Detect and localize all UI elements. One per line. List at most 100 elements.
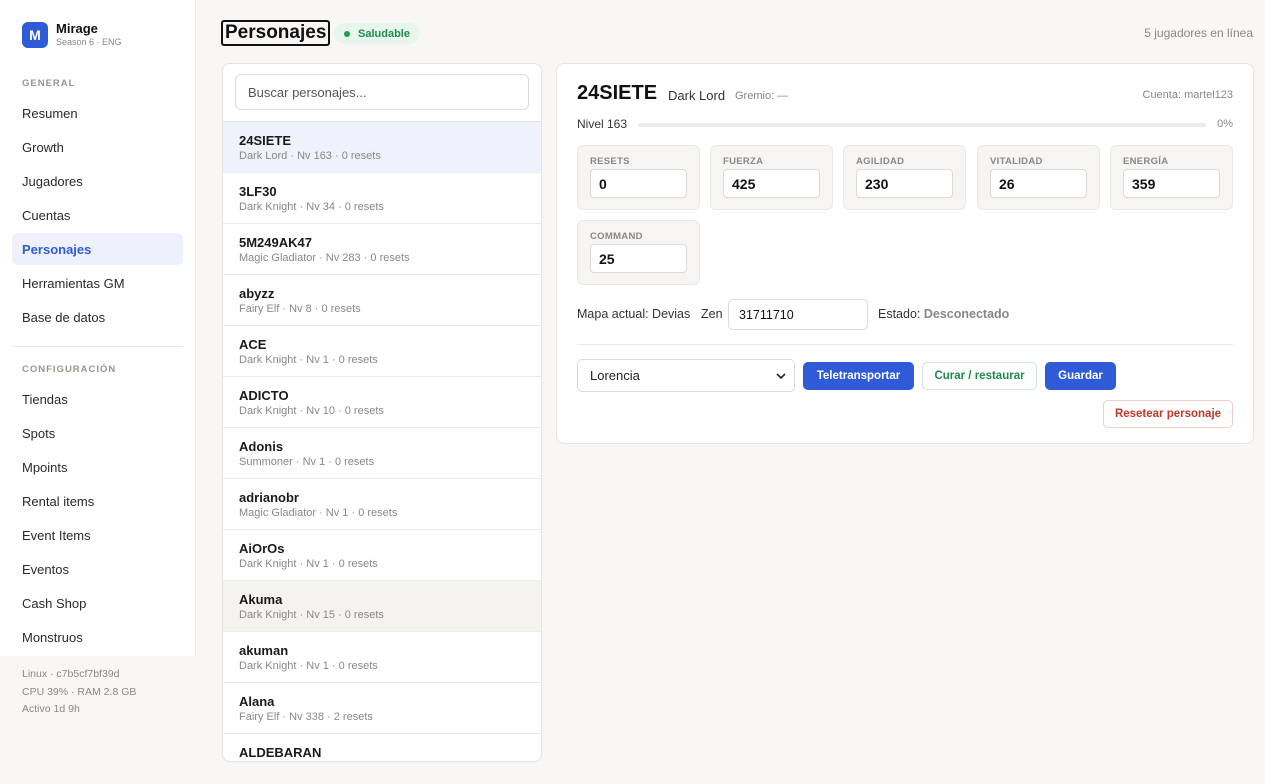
sidebar-item-cuentas[interactable]: Cuentas [12, 199, 183, 231]
character-list-name: 3LF30 [239, 184, 277, 199]
sidebar-item-spots[interactable]: Spots [12, 417, 183, 449]
character-list-name: adrianobr [239, 490, 299, 505]
sidebar-item-growth[interactable]: Growth [12, 131, 183, 163]
stat-label: AGILIDAD [856, 156, 905, 167]
character-list-meta: Dark Knight · Nv 1 · 0 resets [239, 660, 378, 672]
sidebar-item-resumen[interactable]: Resumen [12, 97, 183, 129]
list-item[interactable]: 24SIETE Dark Lord · Nv 163 · 0 resets [223, 121, 541, 172]
character-list-meta: Dark Lord · Nv 163 · 0 resets [239, 150, 381, 162]
section-label-general: GENERAL [22, 78, 76, 89]
list-item[interactable]: 5M249AK47 Magic Gladiator · Nv 283 · 0 re… [223, 223, 541, 274]
heal-restore-button[interactable]: Curar / restaurar [922, 362, 1037, 390]
map-select[interactable]: Lorencia [577, 359, 795, 392]
character-list: 24SIETE Dark Lord · Nv 163 · 0 resets 3LF3… [223, 121, 541, 761]
character-list-name: abyzz [239, 286, 275, 301]
character-list-name: ADICTO [239, 388, 289, 403]
list-item[interactable]: abyzz Fairy Elf · Nv 8 · 0 resets [223, 274, 541, 325]
character-list-meta: Magic Gladiator · Nv 1 · 0 resets [239, 507, 398, 519]
teleport-button[interactable]: Teletransportar [803, 362, 914, 390]
character-list-name: AiOrOs [239, 541, 285, 556]
stat-input[interactable] [990, 169, 1087, 198]
stat-input[interactable] [590, 169, 687, 198]
stat-input[interactable] [856, 169, 953, 198]
character-list-name: Alana [239, 694, 275, 709]
list-item[interactable]: adrianobr Magic Gladiator · Nv 1 · 0 rese… [223, 478, 541, 529]
status-dot-icon [344, 30, 350, 37]
sidebar-item-jugadores[interactable]: Jugadores [12, 165, 183, 197]
character-list-name: ACE [239, 337, 267, 352]
character-list-meta: Summoner · Nv 1 · 0 resets [239, 456, 375, 468]
stat-input[interactable] [1123, 169, 1220, 198]
sidebar-item-event-items[interactable]: Event Items [12, 519, 183, 551]
list-item[interactable]: ADICTO Dark Knight · Nv 10 · 0 resets [223, 376, 541, 427]
sidebar-item-personajes[interactable]: Personajes [12, 233, 183, 265]
brand-logo: M [22, 21, 48, 48]
sidebar-item-rental-items[interactable]: Rental items [12, 485, 183, 517]
online-players-count: 5 jugadores en línea [1144, 26, 1253, 40]
stat-card-fuerza: FUERZA [710, 145, 833, 210]
list-item[interactable]: ACE Dark Knight · Nv 1 · 0 resets [223, 325, 541, 376]
character-detail-panel: 24SIETE Dark Lord Gremio: — Cuenta: mart… [556, 63, 1254, 444]
map-select-value: Lorencia [590, 368, 640, 383]
stat-label: FUERZA [723, 156, 764, 167]
level-progress-percent: 0% [1217, 118, 1233, 130]
stat-card-vitalidad: VITALIDAD [977, 145, 1100, 210]
brand-name: Mirage [56, 21, 98, 36]
stat-input[interactable] [723, 169, 820, 198]
character-list-meta: Dark Knight · Nv 1 · 0 resets [239, 354, 378, 366]
list-item[interactable]: Alana Fairy Elf · Nv 338 · 2 resets [223, 682, 541, 733]
system-info: Linux · c7b5cf7bf39d CPU 39% · RAM 2.8 G… [0, 656, 196, 784]
sidebar-item-mpoints[interactable]: Mpoints [12, 451, 183, 483]
page-title: Personajes [221, 20, 331, 46]
character-list-name: 5M249AK47 [239, 235, 312, 250]
character-list-name: ALDEBARAN [239, 745, 322, 760]
brand-subtitle: Season 6 · ENG [56, 37, 122, 47]
search-input[interactable] [235, 74, 529, 110]
zen-label: Zen [701, 307, 723, 321]
status-line: Estado: Desconectado [878, 307, 1009, 321]
sidebar-item-eventos[interactable]: Eventos [12, 553, 183, 585]
save-button[interactable]: Guardar [1045, 362, 1116, 390]
character-class: Dark Lord [668, 88, 726, 103]
character-list-meta: Magic Gladiator · Nv 283 · 0 resets [239, 252, 410, 264]
list-item[interactable]: Adonis Summoner · Nv 1 · 0 resets [223, 427, 541, 478]
character-list-name: Akuma [239, 592, 283, 607]
list-item[interactable]: AiOrOs Dark Knight · Nv 1 · 0 resets [223, 529, 541, 580]
list-item[interactable]: akuman Dark Knight · Nv 1 · 0 resets [223, 631, 541, 682]
stat-label: VITALIDAD [990, 156, 1043, 167]
sidebar-item-tiendas[interactable]: Tiendas [12, 383, 183, 415]
brand[interactable]: M Mirage Season 6 · ENG [22, 21, 122, 48]
detail-divider [577, 344, 1233, 345]
sidebar-item-cash-shop[interactable]: Cash Shop [12, 587, 183, 619]
stat-label: COMMAND [590, 231, 643, 242]
status-badge-label: Saludable [358, 27, 410, 40]
character-list-meta: Dark Knight · Nv 15 · 0 resets [239, 609, 384, 621]
reset-character-button[interactable]: Resetear personaje [1103, 400, 1233, 428]
character-account[interactable]: Cuenta: martel123 [1143, 89, 1234, 101]
character-guild: Gremio: — [735, 90, 789, 102]
system-resources: CPU 39% · RAM 2.8 GB [22, 685, 137, 698]
character-list-name: 24SIETE [239, 133, 292, 148]
level-progress-bar [638, 123, 1206, 127]
character-list-meta: Fairy Elf · Nv 338 · 2 resets [239, 711, 373, 723]
stat-card-energía: ENERGÍA [1110, 145, 1233, 210]
character-list-meta: Dark Knight · Nv 34 · 0 resets [239, 201, 384, 213]
nav-config: Tiendas Spots Mpoints Rental items Event Ite… [12, 383, 183, 655]
character-list-meta: Dark Knight · Nv 1 · 0 resets [239, 558, 378, 570]
sidebar-item-base-de-datos[interactable]: Base de datos [12, 301, 183, 333]
stat-card-command: COMMAND [577, 220, 700, 285]
sidebar-item-herramientas-gm[interactable]: Herramientas GM [12, 267, 183, 299]
list-item[interactable]: Akuma Dark Knight · Nv 15 · 0 resets [223, 580, 541, 631]
character-list-meta: Fairy Elf · Nv 8 · 0 resets [239, 303, 361, 315]
character-list-panel: 24SIETE Dark Lord · Nv 163 · 0 resets 3LF3… [222, 63, 542, 762]
stat-input[interactable] [590, 244, 687, 273]
nav-general: Resumen Growth Jugadores Cuentas Personajes H… [12, 97, 183, 335]
chevron-down-icon [776, 373, 786, 380]
list-item[interactable]: ALDEBARAN [223, 733, 541, 761]
character-list-meta: Dark Knight · Nv 10 · 0 resets [239, 405, 384, 417]
list-item[interactable]: 3LF30 Dark Knight · Nv 34 · 0 resets [223, 172, 541, 223]
zen-input[interactable] [728, 299, 868, 330]
character-list-name: Adonis [239, 439, 284, 454]
sidebar-item-monstruos[interactable]: Monstruos [12, 621, 183, 653]
stat-card-resets: RESETS [577, 145, 700, 210]
